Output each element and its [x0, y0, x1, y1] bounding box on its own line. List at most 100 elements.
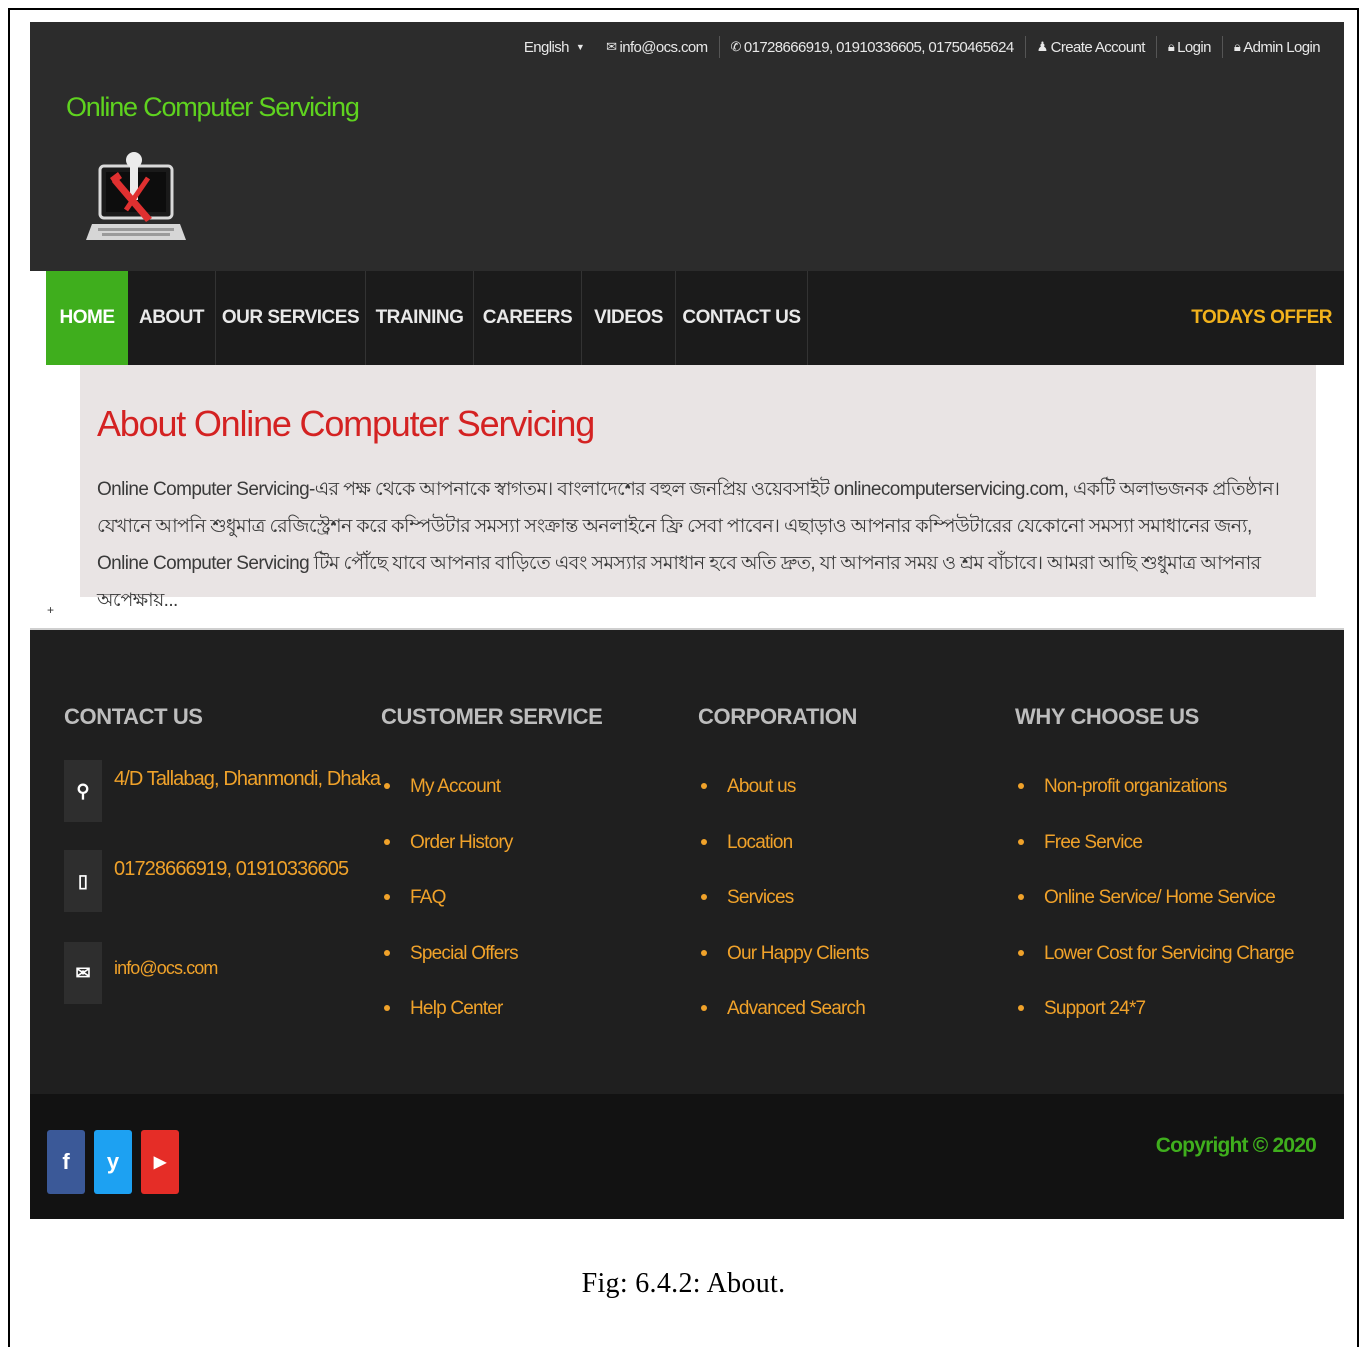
about-section: About Online Computer Servicing Online C…	[80, 365, 1316, 611]
footer-phone-text: 01728666919, 01910336605	[114, 858, 349, 880]
footer-why-choose-heading: WHY CHOOSE US	[1015, 704, 1199, 729]
list-item[interactable]: My Account	[381, 776, 518, 832]
bullet-icon	[701, 838, 707, 845]
bullet-icon	[701, 949, 707, 956]
nav-training-label: TRAINING	[375, 307, 464, 328]
phone-info: ✆ 01728666919, 01910336605, 01750465624	[718, 36, 1025, 58]
nav-home-label: HOME	[59, 307, 116, 328]
facebook-icon[interactable]: f	[47, 1130, 85, 1194]
corporation-list: About us Location Services Our Happy Cli…	[698, 776, 869, 1054]
link-advanced-search: Advanced Search	[727, 998, 866, 1019]
bullet-icon	[1018, 949, 1024, 956]
footer-address-text: 4/D Tallabag, Dhanmondi, Dhaka	[114, 768, 381, 790]
link-location: Location	[727, 831, 793, 853]
list-item[interactable]: Advanced Search	[698, 998, 869, 1054]
mobile-phone-icon: ▯	[64, 850, 102, 912]
list-item[interactable]: Services	[698, 887, 869, 943]
laptop-repair-logo[interactable]	[86, 148, 186, 244]
nav-about[interactable]: ABOUT	[128, 271, 216, 365]
footer-contact-heading: CONTACT US	[64, 704, 203, 729]
language-label: English	[523, 38, 570, 56]
figure-caption: Fig: 6.4.2: About.	[581, 1268, 786, 1299]
about-title: About Online Computer Servicing	[97, 403, 595, 444]
bullet-icon	[384, 949, 390, 956]
bullet-icon	[1018, 894, 1024, 900]
footer-phone: ▯ 01728666919, 01910336605	[64, 850, 349, 912]
phone-icon: ✆	[730, 39, 742, 54]
copyright-text: Copyright © 2020	[1155, 1134, 1317, 1157]
nav-our-services[interactable]: OUR SERVICES	[216, 271, 366, 365]
map-pin-icon: ⚲	[64, 760, 102, 822]
why-choose-list: Non-profit organizations Free Service On…	[1015, 776, 1295, 1054]
nav-home[interactable]: HOME	[46, 271, 128, 365]
list-item[interactable]: FAQ	[381, 887, 518, 943]
list-item[interactable]: Non-profit organizations	[1015, 776, 1294, 832]
language-selector[interactable]: English ▼	[513, 36, 595, 58]
nav-training[interactable]: TRAINING	[366, 271, 474, 365]
bullet-icon	[1018, 838, 1024, 845]
bullet-icon	[1018, 783, 1024, 789]
list-item[interactable]: Location	[698, 832, 869, 888]
link-about-us: About us	[727, 776, 796, 797]
lock-icon: 🔒︎	[1167, 39, 1175, 54]
list-item[interactable]: Online Service/ Home Service	[1015, 887, 1294, 943]
brand-name[interactable]: Online Computer Servicing	[66, 92, 360, 123]
link-non-profit: Non-profit organizations	[1044, 776, 1227, 797]
bullet-icon	[384, 1005, 390, 1011]
link-happy-clients: Our Happy Clients	[727, 942, 869, 964]
website-screenshot: English ▼ ✉ info@ocs.com ✆ 01728666919, …	[30, 22, 1344, 1219]
footer-address: ⚲ 4/D Tallabag, Dhanmondi, Dhaka	[64, 760, 381, 822]
admin-login-link[interactable]: 🔒︎ Admin Login	[1221, 36, 1321, 58]
top-bar: English ▼ ✉ info@ocs.com ✆ 01728666919, …	[513, 36, 1321, 58]
todays-offer-link[interactable]: TODAYS OFFER	[1191, 271, 1332, 365]
footer-email: ✉ info@ocs.com	[64, 942, 218, 1004]
footer-email-text[interactable]: info@ocs.com	[114, 958, 218, 979]
email-text: info@ocs.com	[619, 38, 708, 56]
footer-corporation-heading: CORPORATION	[698, 704, 857, 729]
envelope-icon: ✉	[64, 942, 102, 1004]
nav-videos-label: VIDEOS	[594, 307, 663, 328]
list-item[interactable]: Help Center	[381, 998, 518, 1054]
nav-careers-label: CAREERS	[482, 307, 573, 328]
bullet-icon	[1018, 1005, 1024, 1011]
list-item[interactable]: Order History	[381, 832, 518, 888]
phone-text: 01728666919, 01910336605, 01750465624	[743, 38, 1014, 56]
list-item[interactable]: Support 24*7	[1015, 998, 1294, 1054]
link-services: Services	[727, 887, 794, 908]
customer-service-list: My Account Order History FAQ Special Off…	[381, 776, 519, 1054]
nav-about-label: ABOUT	[138, 307, 205, 328]
link-special-offers: Special Offers	[410, 942, 519, 964]
about-text: Online Computer Servicing-এর পক্ষ থেকে আ…	[97, 479, 1280, 611]
login-link[interactable]: 🔒︎ Login	[1155, 36, 1222, 58]
lock-icon: 🔒︎	[1233, 39, 1241, 54]
nav-our-services-label: OUR SERVICES	[221, 307, 360, 328]
email-link[interactable]: ✉ info@ocs.com	[595, 36, 718, 58]
list-item[interactable]: Free Service	[1015, 832, 1294, 888]
link-my-account: My Account	[410, 776, 501, 797]
envelope-icon: ✉	[606, 39, 617, 54]
list-item[interactable]: Special Offers	[381, 942, 519, 999]
link-lower-cost: Lower Cost for Servicing Charge	[1044, 942, 1295, 964]
twitter-icon[interactable]: y	[94, 1130, 132, 1194]
youtube-icon[interactable]: ▶	[141, 1130, 179, 1194]
login-label: Login	[1177, 38, 1211, 56]
admin-login-label: Admin Login	[1243, 38, 1320, 56]
link-help-center: Help Center	[410, 998, 503, 1019]
link-order-history: Order History	[410, 831, 513, 853]
list-item[interactable]: Our Happy Clients	[698, 943, 869, 999]
site-header: English ▼ ✉ info@ocs.com ✆ 01728666919, …	[30, 22, 1344, 271]
link-free-service: Free Service	[1044, 831, 1143, 853]
nav-videos[interactable]: VIDEOS	[582, 271, 676, 365]
main-nav: HOME ABOUT OUR SERVICES TRAINING CAREERS…	[46, 271, 1344, 365]
plus-icon: +	[47, 603, 55, 617]
bullet-icon	[384, 783, 390, 789]
caret-down-icon: ▼	[575, 42, 585, 52]
nav-contact-us[interactable]: CONTACT US	[676, 271, 808, 365]
list-item[interactable]: Lower Cost for Servicing Charge	[1015, 942, 1295, 999]
nav-careers[interactable]: CAREERS	[474, 271, 582, 365]
bullet-icon	[701, 894, 707, 900]
list-item[interactable]: About us	[698, 776, 869, 832]
create-account-link[interactable]: ♟ Create Account	[1024, 36, 1156, 58]
site-footer: CONTACT US ⚲ 4/D Tallabag, Dhanmondi, Dh…	[30, 630, 1344, 1094]
footer-customer-service-heading: CUSTOMER SERVICE	[381, 704, 603, 729]
